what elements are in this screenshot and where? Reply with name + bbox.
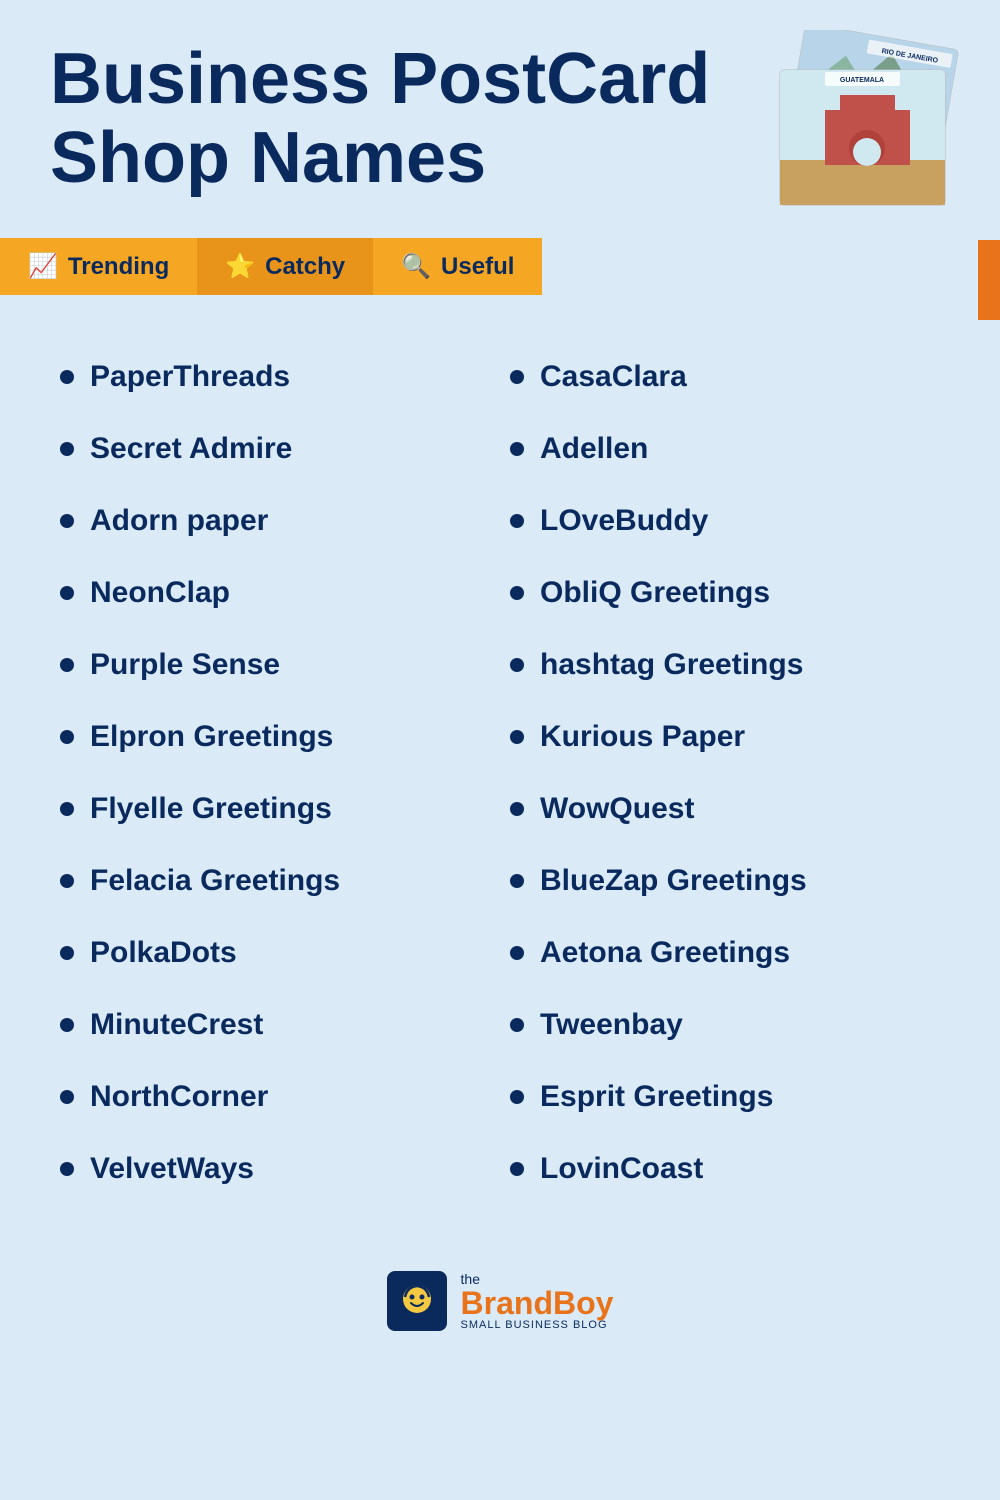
bullet	[60, 1018, 74, 1032]
list-item: LOveBuddy	[500, 489, 950, 553]
list-item: MinuteCrest	[50, 993, 500, 1057]
list-item: WowQuest	[500, 777, 950, 841]
bullet	[510, 370, 524, 384]
name-text: Elpron Greetings	[90, 719, 333, 755]
logo-brand: BrandBoy	[461, 1287, 614, 1319]
bullet	[60, 1090, 74, 1104]
trending-icon: 📈	[28, 252, 58, 281]
name-text: NeonClap	[90, 575, 230, 611]
page-title: Business PostCard Shop Names	[50, 40, 730, 198]
brandboy-logo-icon	[387, 1271, 447, 1331]
catchy-icon: ⭐	[225, 252, 255, 281]
badge-bar: 📈 Trending ⭐ Catchy 🔍 Useful	[0, 238, 1000, 295]
name-text: Esprit Greetings	[540, 1079, 773, 1115]
footer-logo: the BrandBoy SMALL BUSINESS BLOG	[0, 1241, 1000, 1371]
bullet	[60, 874, 74, 888]
name-text: PaperThreads	[90, 359, 290, 395]
list-item: Kurious Paper	[500, 705, 950, 769]
name-text: hashtag Greetings	[540, 647, 803, 683]
name-text: Secret Admire	[90, 431, 292, 467]
list-item: BlueZap Greetings	[500, 849, 950, 913]
name-text: PolkaDots	[90, 935, 237, 971]
names-column-right: CasaClara Adellen LOveBuddy ObliQ Greetings…	[500, 345, 950, 1201]
trending-label: Trending	[68, 253, 169, 281]
list-item: VelvetWays	[50, 1137, 500, 1201]
name-text: LOveBuddy	[540, 503, 708, 539]
list-item: ObliQ Greetings	[500, 561, 950, 625]
list-item: PaperThreads	[50, 345, 500, 409]
svg-text:GUATEMALA: GUATEMALA	[840, 77, 884, 84]
name-text: Kurious Paper	[540, 719, 745, 755]
name-text: BlueZap Greetings	[540, 863, 807, 899]
list-item: Purple Sense	[50, 633, 500, 697]
list-item: CasaClara	[500, 345, 950, 409]
list-item: Felacia Greetings	[50, 849, 500, 913]
bullet	[510, 874, 524, 888]
names-column-left: PaperThreads Secret Admire Adorn paper Neon…	[50, 345, 500, 1201]
badge-trending[interactable]: 📈 Trending	[0, 238, 197, 295]
bullet	[510, 802, 524, 816]
bullet	[510, 586, 524, 600]
accent-sidebar	[978, 240, 1000, 320]
list-item: Esprit Greetings	[500, 1065, 950, 1129]
name-text: CasaClara	[540, 359, 687, 395]
useful-label: Useful	[441, 253, 514, 281]
name-text: ObliQ Greetings	[540, 575, 770, 611]
name-text: Flyelle Greetings	[90, 791, 332, 827]
list-item: NorthCorner	[50, 1065, 500, 1129]
name-text: Purple Sense	[90, 647, 280, 683]
header-section: Business PostCard Shop Names RIO DE JANE…	[0, 0, 1000, 218]
bullet	[60, 514, 74, 528]
name-text: Adorn paper	[90, 503, 268, 539]
badge-catchy[interactable]: ⭐ Catchy	[197, 238, 373, 295]
list-item: hashtag Greetings	[500, 633, 950, 697]
logo-tagline: SMALL BUSINESS BLOG	[461, 1319, 614, 1331]
bullet	[60, 370, 74, 384]
name-text: MinuteCrest	[90, 1007, 263, 1043]
list-item: LovinCoast	[500, 1137, 950, 1201]
bullet	[510, 442, 524, 456]
name-text: LovinCoast	[540, 1151, 703, 1187]
bullet	[60, 802, 74, 816]
list-item: Tweenbay	[500, 993, 950, 1057]
bullet	[60, 730, 74, 744]
bullet	[510, 946, 524, 960]
name-text: Tweenbay	[540, 1007, 683, 1043]
bullet	[60, 658, 74, 672]
list-item: Secret Admire	[50, 417, 500, 481]
list-item: NeonClap	[50, 561, 500, 625]
list-item: PolkaDots	[50, 921, 500, 985]
bullet	[510, 1018, 524, 1032]
list-item: Aetona Greetings	[500, 921, 950, 985]
list-item: Adellen	[500, 417, 950, 481]
badge-useful[interactable]: 🔍 Useful	[373, 238, 542, 295]
name-text: Felacia Greetings	[90, 863, 340, 899]
name-text: WowQuest	[540, 791, 694, 827]
name-text: VelvetWays	[90, 1151, 254, 1187]
useful-icon: 🔍	[401, 252, 431, 281]
names-grid: PaperThreads Secret Admire Adorn paper Neon…	[0, 325, 1000, 1241]
bullet	[510, 1090, 524, 1104]
name-text: NorthCorner	[90, 1079, 268, 1115]
catchy-label: Catchy	[265, 253, 345, 281]
bullet	[510, 730, 524, 744]
bullet	[510, 658, 524, 672]
brandboy-logo-text: the BrandBoy SMALL BUSINESS BLOG	[461, 1271, 614, 1331]
bullet	[60, 442, 74, 456]
bullet	[60, 586, 74, 600]
bullet	[510, 1162, 524, 1176]
bullet	[60, 946, 74, 960]
list-item: Flyelle Greetings	[50, 777, 500, 841]
postcard-illustration: RIO DE JANEIRO GUATEMALA	[760, 30, 960, 205]
bullet	[510, 514, 524, 528]
name-text: Aetona Greetings	[540, 935, 790, 971]
list-item: Elpron Greetings	[50, 705, 500, 769]
list-item: Adorn paper	[50, 489, 500, 553]
bullet	[60, 1162, 74, 1176]
name-text: Adellen	[540, 431, 648, 467]
